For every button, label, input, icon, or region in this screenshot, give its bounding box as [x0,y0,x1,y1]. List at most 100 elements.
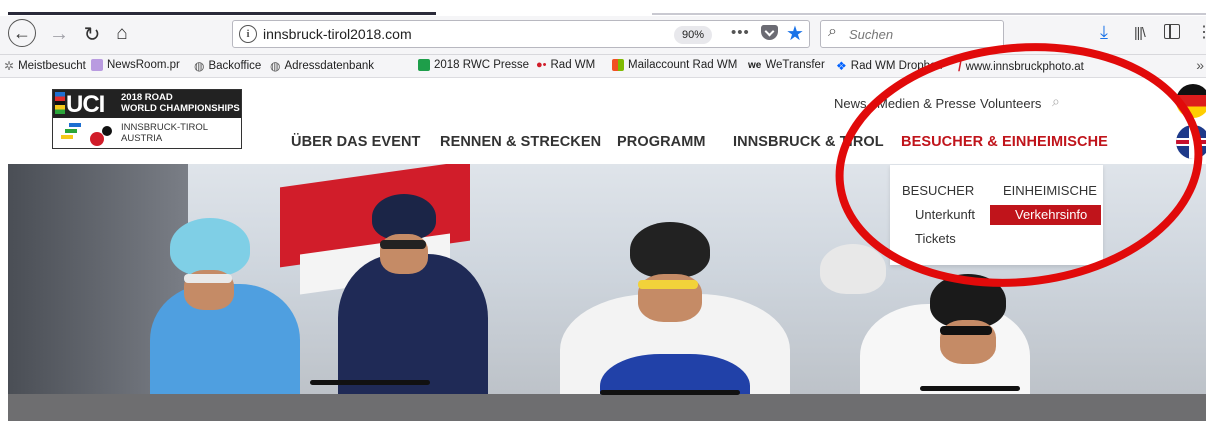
rider-glasses [940,326,992,335]
forward-button[interactable]: → [44,19,74,49]
bookmark-meistbesucht[interactable]: ✲ Meistbesucht [4,59,86,73]
topnav-news[interactable]: News [834,96,867,111]
reload-button[interactable]: ↻ [77,19,107,49]
zoom-level-badge[interactable]: 90% [674,26,712,44]
logo-letters: UCI [66,91,105,118]
bookmark-innsbruckphoto[interactable]: / www.innsbruckphoto.at [958,59,1084,74]
handlebar [920,386,1020,391]
dropdown-head-besucher[interactable]: BESUCHER [902,183,974,198]
dropbox-icon: ❖ [836,59,847,73]
bookmark-wetransfer[interactable]: we WeTransfer [748,59,825,71]
dropdown-item-verkehrsinfo[interactable]: Verkehrsinfo [990,205,1101,225]
logo-top-band: UCI 2018 ROAD WORLD CHAMPIONSHIPS [53,90,241,118]
topnav-volunteers[interactable]: Volunteers [980,96,1041,111]
arrow-right-icon: → [49,22,69,45]
bookmark-mailaccount[interactable]: Mailaccount Rad WM [612,59,737,71]
arrow-left-icon: ← [13,22,31,43]
uk-cross-horizontal [1176,140,1206,144]
menu-icon[interactable]: ⋮ [1196,22,1206,42]
url-text[interactable]: innsbruck-tirol2018.com [263,26,412,42]
search-placeholder[interactable]: Suchen [849,27,893,42]
sheet-icon [418,59,430,71]
nav-programm[interactable]: PROGRAMM [617,134,706,150]
hero-road [0,394,1206,421]
bookmark-label: Rad WM [550,59,596,71]
inactive-tab-indicator[interactable] [652,13,1206,15]
site-header: UCI 2018 ROAD WORLD CHAMPIONSHIPS INNSBR… [0,78,1206,164]
gear-star-icon: ✲ [4,59,15,73]
site-search-icon[interactable]: ⌕ [1052,93,1060,110]
logo-subtitle: 2018 ROAD WORLD CHAMPIONSHIPS [121,92,240,114]
bookmark-star-icon[interactable]: ★ [786,21,804,46]
bookmark-label: Backoffice [208,60,262,72]
nav-ueber-das-event[interactable]: ÜBER DAS EVENT [291,134,421,150]
german-flag-icon[interactable] [1176,84,1206,118]
logo-city: INNSBRUCK-TIROL AUSTRIA [121,122,208,144]
handlebar [600,390,740,395]
bookmark-label: www.innsbruckphoto.at [965,60,1084,73]
rider-slovakia [560,204,790,421]
nav-innsbruck-tirol[interactable]: INNSBRUCK & TIROL [733,134,884,150]
slash-icon: / [958,59,962,74]
bookmarks-overflow-icon[interactable]: » [1196,57,1204,73]
uk-flag-icon[interactable] [1176,125,1206,159]
bookmark-rwc-presse[interactable]: 2018 RWC Presse [418,59,529,71]
dropdown-item-tickets[interactable]: Tickets [915,231,956,246]
bookmark-label: NewsRoom.pr [107,59,180,71]
nav-dropdown-besucher: BESUCHER Unterkunft Tickets EINHEIMISCHE… [890,165,1103,265]
search-bar[interactable]: ⌕ Suchen [820,20,1004,48]
hero-left-edge [0,164,8,421]
home-icon: ⌂ [116,23,128,44]
pocket-icon[interactable] [761,25,778,40]
info-icon[interactable]: i [239,25,257,43]
download-icon[interactable]: ⤓ [1100,22,1108,43]
library-icon[interactable]: |||\ [1134,24,1146,40]
rider-italy [150,204,300,421]
bookmark-rad-wm[interactable]: ●• Rad WM [536,59,595,71]
bookmark-label: WeTransfer [765,59,825,71]
cyclist-logo-icon [61,123,112,146]
rider-glasses [184,274,232,283]
back-button[interactable]: ← [8,19,36,47]
newsroom-icon [91,59,103,71]
windows-icon [612,59,624,71]
dropdown-item-label: Verkehrsinfo [1015,207,1088,222]
rider-glasses [638,280,698,289]
browser-toolbar: ← → ↻ ⌂ i innsbruck-tirol2018.com 90% ••… [0,16,1206,55]
bookmark-label: 2018 RWC Presse [434,59,530,71]
nav-besucher-einheimische[interactable]: BESUCHER & EINHEIMISCHE [901,134,1108,150]
rider-helmet [820,244,886,294]
globe-icon: ◍ [194,59,205,73]
tab-strip [0,0,1206,15]
bike-icon: ●• [536,59,547,71]
dropdown-head-einheimische[interactable]: EINHEIMISCHE [1003,183,1097,198]
uk-cross-vertical [1191,125,1195,159]
bookmark-label: Meistbesucht [18,60,86,72]
globe-icon: ◍ [270,59,281,73]
bookmark-dropbox[interactable]: ❖ Rad WM Dropbox [836,59,942,73]
dropdown-item-unterkunft[interactable]: Unterkunft [915,207,975,222]
uci-logo[interactable]: UCI 2018 ROAD WORLD CHAMPIONSHIPS INNSBR… [52,89,242,149]
search-icon: ⌕ [828,23,837,40]
handlebar [310,380,430,385]
rainbow-stripes-icon [55,92,65,114]
bookmark-backoffice[interactable]: ◍ Backoffice [194,59,261,73]
rider-france [338,184,488,414]
sidebar-toggle-icon[interactable] [1164,24,1180,39]
bookmark-adressdatenbank[interactable]: ◍ Adressdatenbank [270,59,374,73]
page-actions-icon[interactable]: ••• [731,24,750,41]
bookmark-newsroom[interactable]: NewsRoom.pr [91,59,180,71]
home-button[interactable]: ⌂ [107,19,137,49]
nav-rennen-strecken[interactable]: RENNEN & STRECKEN [440,134,601,150]
rider-helmet [170,218,250,276]
rider-helmet [630,222,710,278]
active-tab-indicator[interactable] [8,12,436,15]
bookmark-label: Rad WM Dropbox [850,60,943,72]
topnav-media[interactable]: Medien & Presse [877,96,976,111]
logo-city-line1: INNSBRUCK-TIROL [121,122,209,133]
rider-jersey [338,254,488,414]
address-bar[interactable]: i innsbruck-tirol2018.com 90% ••• ★ [232,20,810,48]
reload-icon: ↻ [83,23,101,46]
rider-glasses [380,240,426,249]
bookmark-label: Adressdatenbank [284,60,374,72]
